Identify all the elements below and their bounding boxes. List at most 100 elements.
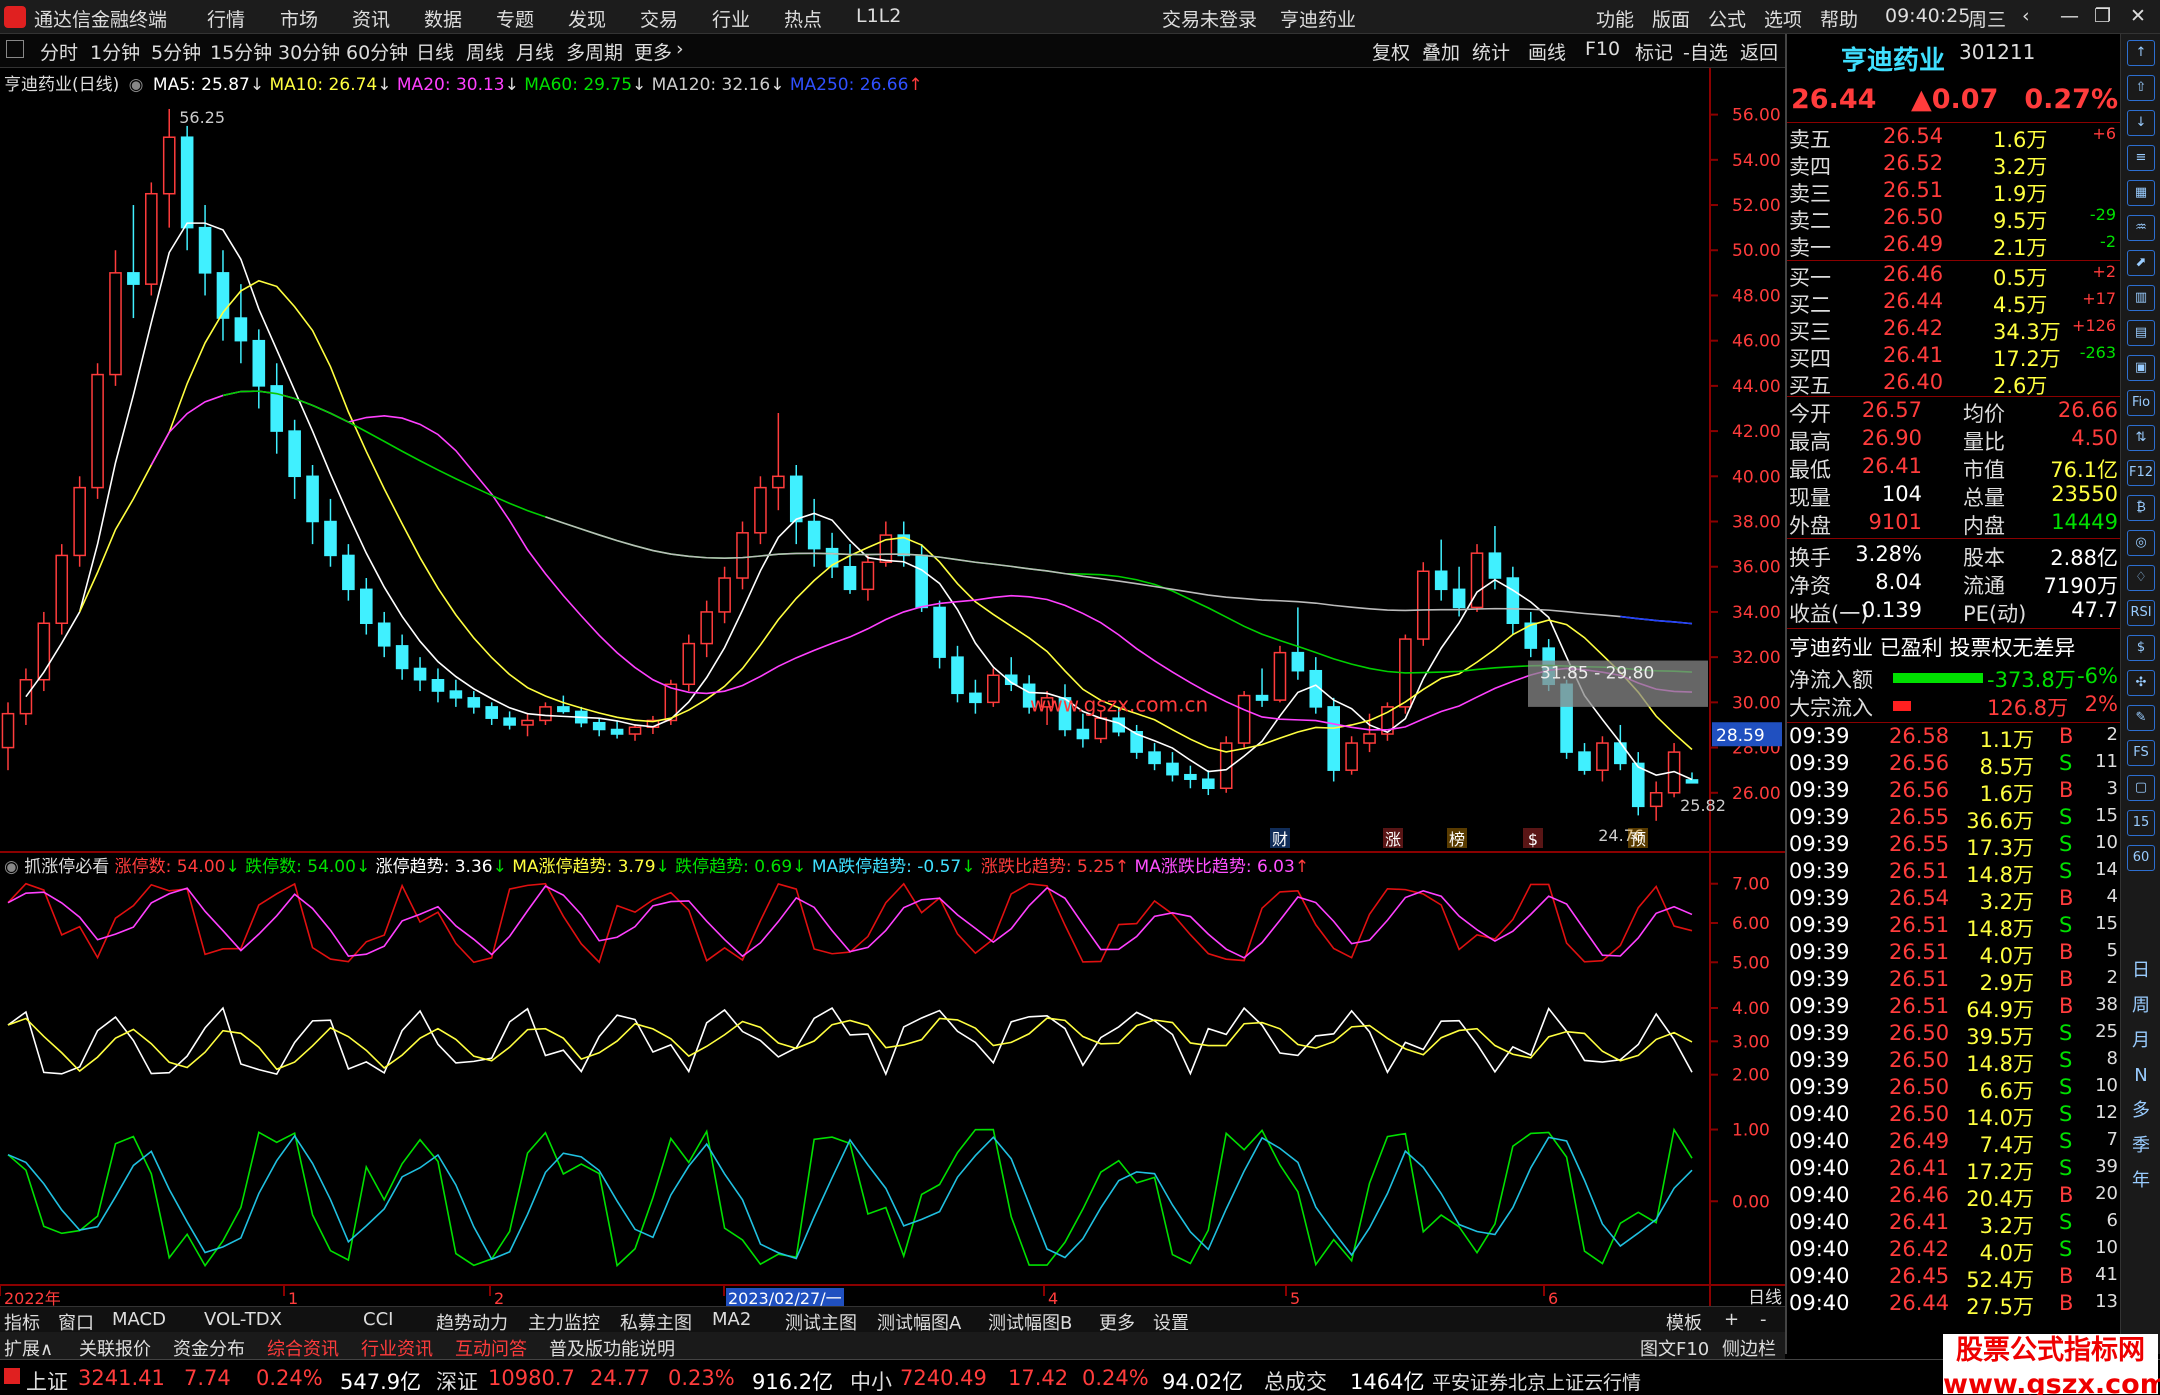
up-arrow-icon[interactable]: ↑: [2127, 40, 2155, 66]
stat-row[interactable]: 今开 26.57 均价 26.66: [1787, 398, 2122, 426]
stat-row[interactable]: 最低 26.41 市值 76.1亿: [1787, 454, 2122, 482]
zx-name[interactable]: 中小: [850, 1366, 892, 1395]
tick-row[interactable]: 09:40 26.44 27.5万 B 13: [1787, 1291, 2122, 1319]
period-15m[interactable]: 15分钟: [210, 38, 272, 65]
sh-name[interactable]: 上证: [26, 1366, 68, 1395]
tick-row[interactable]: 09:39 26.51 14.8万 S 14: [1787, 859, 2122, 887]
cross-icon[interactable]: ✣: [2127, 670, 2155, 696]
nav-icon[interactable]: ⇧: [2127, 75, 2155, 101]
menu-trade[interactable]: 交易: [640, 5, 678, 32]
menu-function[interactable]: 功能: [1596, 5, 1634, 32]
number-icon[interactable]: 15: [2127, 810, 2155, 836]
extension-tab[interactable]: 资金分布: [173, 1335, 245, 1361]
period-shortcut[interactable]: 周: [2127, 994, 2155, 1020]
tick-row[interactable]: 09:39 26.50 14.8万 S 8: [1787, 1048, 2122, 1076]
extension-tab[interactable]: 普及版功能说明: [549, 1335, 675, 1361]
period-30m[interactable]: 30分钟: [278, 38, 340, 65]
tool-overlay[interactable]: 叠加: [1422, 38, 1460, 65]
extension-tab[interactable]: 综合资讯: [267, 1335, 339, 1361]
tick-row[interactable]: 09:39 26.58 1.1万 B 2: [1787, 724, 2122, 752]
ask-level[interactable]: 卖四 26.52 3.2万: [1787, 151, 2122, 179]
indicator-settings-icon[interactable]: ◉: [4, 857, 19, 877]
stock-header[interactable]: 亨迪药业 301211: [1787, 40, 2122, 76]
period-shortcut[interactable]: 月: [2127, 1029, 2155, 1055]
tick-row[interactable]: 09:40 26.45 52.4万 B 41: [1787, 1264, 2122, 1292]
ask-level[interactable]: 卖三 26.51 1.9万: [1787, 178, 2122, 206]
menu-options[interactable]: 选项: [1764, 5, 1802, 32]
period-shortcut[interactable]: 年: [2127, 1169, 2155, 1195]
tool-restore-rights[interactable]: 复权: [1372, 38, 1410, 65]
square-icon[interactable]: ▢: [2127, 775, 2155, 801]
fs-icon[interactable]: FS: [2127, 740, 2155, 766]
period-more[interactable]: 更多: [634, 38, 672, 65]
kline-chart[interactable]: 56.00 54.00 52.00 50.00 48.00 46.00 44.00 42.00…: [0, 68, 1785, 1318]
grid-icon[interactable]: [6, 40, 24, 58]
template-control[interactable]: -: [1760, 1309, 1767, 1330]
period-multi[interactable]: 多周期: [566, 38, 623, 65]
menu-discover[interactable]: 发现: [568, 5, 606, 32]
tick-row[interactable]: 09:40 26.41 3.2万 S 6: [1787, 1210, 2122, 1238]
sixty-icon[interactable]: 60: [2127, 845, 2155, 871]
kline-icon[interactable]: ♒: [2127, 215, 2155, 241]
tick-row[interactable]: 09:39 26.51 64.9万 B 38: [1787, 994, 2122, 1022]
bid-level[interactable]: 买二 26.44 4.5万 +17: [1787, 289, 2122, 317]
stat-row[interactable]: 外盘 9101 内盘 14449: [1787, 510, 2122, 538]
period-day[interactable]: 日线: [416, 38, 454, 65]
minimize-icon[interactable]: —: [2060, 5, 2079, 27]
stat-row[interactable]: 换手 3.28% 股本 2.88亿: [1787, 542, 2122, 570]
chart-area[interactable]: 56.00 54.00 52.00 50.00 48.00 46.00 44.00 42.00…: [0, 68, 1785, 1318]
tick-row[interactable]: 09:40 26.46 20.4万 B 20: [1787, 1183, 2122, 1211]
down-arrow-icon[interactable]: ↓: [2127, 110, 2155, 136]
panel-toggle[interactable]: 图文F10: [1640, 1335, 1709, 1361]
bid-level[interactable]: 买四 26.41 17.2万 -263: [1787, 343, 2122, 371]
extension-tab[interactable]: 互动问答: [455, 1335, 527, 1361]
tool-draw[interactable]: 画线: [1528, 38, 1566, 65]
tick-row[interactable]: 09:40 26.50 14.0万 S 12: [1787, 1102, 2122, 1130]
dollar-icon[interactable]: $: [2127, 635, 2155, 661]
bid-level[interactable]: 买一 26.46 0.5万 +2: [1787, 262, 2122, 290]
grid-icon[interactable]: ▤: [2127, 320, 2155, 346]
index-icon[interactable]: ⇅: [2127, 425, 2155, 451]
tick-row[interactable]: 09:40 26.42 4.0万 S 10: [1787, 1237, 2122, 1265]
stat-row[interactable]: 现量 104 总量 23550: [1787, 482, 2122, 510]
period-shortcut[interactable]: 季: [2127, 1134, 2155, 1160]
menu-data[interactable]: 数据: [424, 5, 462, 32]
doc-icon[interactable]: ▣: [2127, 355, 2155, 381]
f10-icon[interactable]: Fio: [2127, 390, 2155, 416]
menu-layout[interactable]: 版面: [1652, 5, 1690, 32]
period-week[interactable]: 周线: [466, 38, 504, 65]
tick-row[interactable]: 09:39 26.54 3.2万 B 4: [1787, 886, 2122, 914]
tool-watchlist[interactable]: -自选: [1683, 38, 1728, 65]
tick-row[interactable]: 09:39 26.56 8.5万 S 11: [1787, 751, 2122, 779]
menu-hot[interactable]: 热点: [784, 5, 822, 32]
back-icon[interactable]: ‹: [2022, 5, 2030, 27]
tick-row[interactable]: 09:39 26.55 36.6万 S 15: [1787, 805, 2122, 833]
login-status[interactable]: 交易未登录: [1162, 5, 1257, 32]
tool-f10[interactable]: F10: [1585, 38, 1620, 60]
circle-icon[interactable]: ◎: [2127, 530, 2155, 556]
menu-industry[interactable]: 行业: [712, 5, 750, 32]
period-shortcut[interactable]: N: [2127, 1064, 2155, 1090]
period-month[interactable]: 月线: [516, 38, 554, 65]
menu-formula[interactable]: 公式: [1708, 5, 1746, 32]
flow-row[interactable]: 大宗流入 126.8万 2%: [1787, 692, 2122, 720]
period-5m[interactable]: 5分钟: [151, 38, 201, 65]
ask-level[interactable]: 卖一 26.49 2.1万 -2: [1787, 232, 2122, 260]
table-icon[interactable]: ▦: [2127, 180, 2155, 206]
menu-help[interactable]: 帮助: [1820, 5, 1858, 32]
tick-row[interactable]: 09:40 26.49 7.4万 S 7: [1787, 1129, 2122, 1157]
price-row[interactable]: 26.44 ▲0.07 0.27%: [1787, 84, 2122, 120]
tick-row[interactable]: 09:39 26.51 14.8万 S 15: [1787, 913, 2122, 941]
template-control[interactable]: +: [1724, 1309, 1739, 1330]
period-1m[interactable]: 1分钟: [90, 38, 140, 65]
indicator-tab[interactable]: VOL-TDX: [204, 1309, 282, 1330]
tick-row[interactable]: 09:40 26.41 17.2万 S 39: [1787, 1156, 2122, 1184]
radar-icon[interactable]: ♢: [2127, 565, 2155, 591]
period-shortcut[interactable]: 日: [2127, 959, 2155, 985]
stat-row[interactable]: 收益(一) 0.139 PE(动) 47.7: [1787, 598, 2122, 626]
menu-market2[interactable]: 市场: [280, 5, 318, 32]
tool-stats[interactable]: 统计: [1472, 38, 1510, 65]
settings-icon[interactable]: ◉: [129, 75, 144, 95]
tick-row[interactable]: 09:39 26.55 17.3万 S 10: [1787, 832, 2122, 860]
chart-icon[interactable]: ⬈: [2127, 250, 2155, 276]
